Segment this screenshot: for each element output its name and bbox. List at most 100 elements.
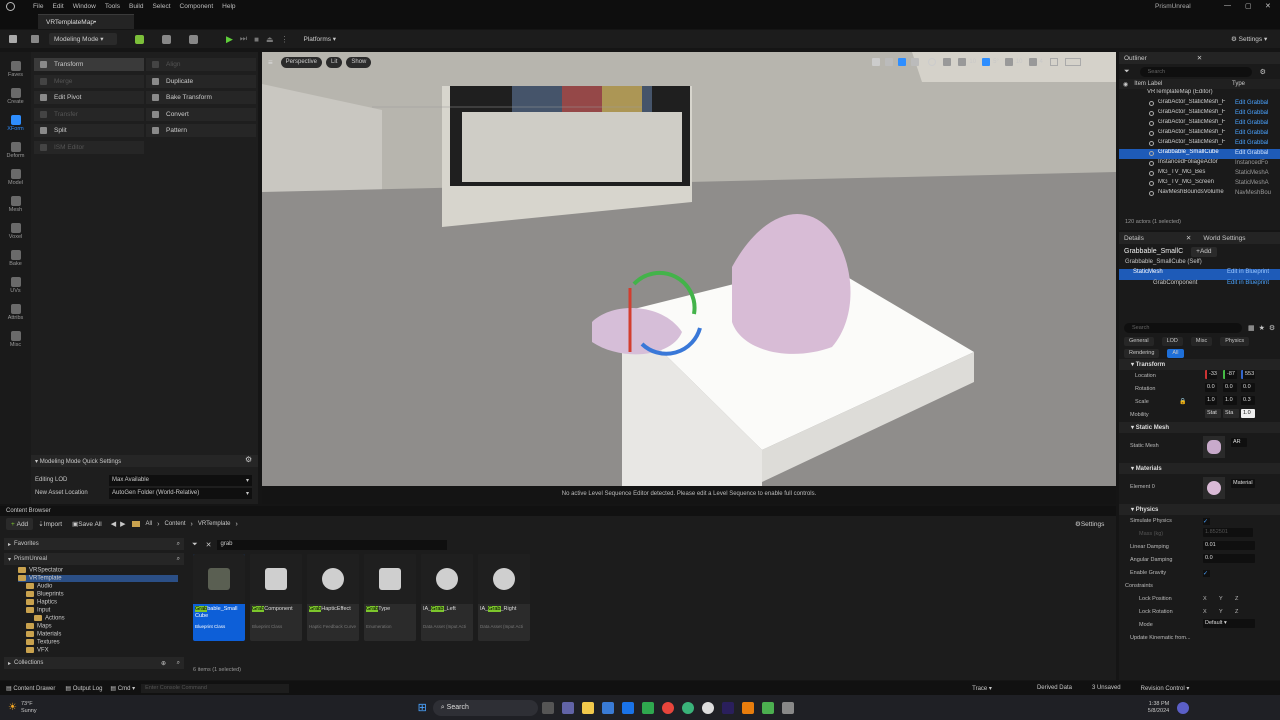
outliner-row[interactable]: MG_TV_MG_Screen StaticMeshA	[1119, 179, 1280, 189]
lock-icon[interactable]: 🔒	[1179, 398, 1186, 405]
asset-search-input[interactable]: grab	[217, 540, 448, 550]
transform-section[interactable]: ▾ Transform	[1119, 359, 1280, 370]
cmd-dropdown[interactable]: ▤ Cmd ▾	[110, 685, 135, 692]
edge-icon[interactable]	[641, 701, 654, 714]
rotation-y[interactable]: 0.0	[1223, 383, 1237, 392]
new-asset-location-select[interactable]: AutoGen Folder (World-Relative) ▾	[109, 488, 252, 499]
folder-item[interactable]: VFX	[26, 647, 49, 654]
eye-icon[interactable]: ◉	[1123, 81, 1128, 88]
menu-edit[interactable]: Edit	[52, 3, 63, 10]
category-faves[interactable]: Faves	[0, 56, 31, 83]
filter-chip-rendering[interactable]: Rendering	[1124, 349, 1160, 358]
asset-tile[interactable]: GrabHapticEffect Haptic Feedback Curve	[307, 554, 359, 641]
start-icon[interactable]: ⊞	[418, 701, 427, 714]
hamburger-icon[interactable]: ≡	[268, 58, 273, 67]
lock-z-checkbox[interactable]: Z	[1235, 596, 1238, 602]
location-z[interactable]: 553	[1241, 370, 1255, 379]
teams-icon[interactable]	[561, 701, 574, 714]
asset-tile[interactable]: Grabbable_Small Cube Blueprint Class	[193, 554, 245, 641]
save-icon[interactable]	[9, 35, 17, 43]
category-deform[interactable]: Deform	[0, 137, 31, 164]
outliner-row[interactable]: Grabbable_SmallCube Edit Grabbal	[1119, 149, 1280, 159]
outliner-row[interactable]: MG_TV_MG_Bes StaticMeshA	[1119, 169, 1280, 179]
menu-build[interactable]: Build	[129, 3, 143, 10]
folder-item[interactable]: VRTemplate	[18, 575, 178, 582]
tab-world-settings[interactable]: World Settings	[1203, 235, 1245, 242]
step-icon[interactable]: ⏭	[240, 34, 247, 44]
outliner-row[interactable]: GrabActor_StaticMesh_F Edit Grabbal	[1119, 129, 1280, 139]
outliner-tab[interactable]: Outliner ✕	[1119, 52, 1280, 64]
actor-type[interactable]: StaticMeshA	[1235, 180, 1269, 186]
actor-type[interactable]: InstancedFo	[1235, 160, 1268, 166]
scale-snap-icon[interactable]	[1004, 58, 1013, 66]
lockrot-z-checkbox[interactable]: Z	[1235, 609, 1238, 615]
split-tool-button[interactable]: Split	[34, 124, 144, 137]
transform-tool-button[interactable]: Transform	[34, 58, 144, 71]
filter-chip-lod[interactable]: LOD	[1161, 337, 1183, 346]
mobility-static[interactable]: Stat	[1205, 409, 1221, 418]
minimize-icon[interactable]: —	[1224, 2, 1231, 9]
scale-x[interactable]: 1.0	[1205, 396, 1217, 405]
clock[interactable]: 1:38 PM 5/8/2024	[1148, 701, 1169, 715]
scale-label[interactable]: Scale	[1135, 399, 1149, 405]
close-icon[interactable]: ✕	[1186, 234, 1191, 242]
outliner-row[interactable]: GrabActor_StaticMesh_F Edit Grabbal	[1119, 119, 1280, 129]
close-icon[interactable]: ✕	[1197, 54, 1202, 62]
history-back-icon[interactable]: ◀	[111, 520, 116, 528]
static-mesh-section[interactable]: ▾ Static Mesh	[1119, 422, 1280, 433]
game-icon[interactable]	[781, 701, 794, 714]
filter-chip-physics[interactable]: Physics	[1220, 337, 1250, 346]
category-mesh[interactable]: Mesh	[0, 191, 31, 218]
category-xform[interactable]: XForm	[0, 110, 31, 137]
duplicate-tool-button[interactable]: Duplicate	[146, 75, 256, 88]
outliner-search-input[interactable]: Search	[1139, 66, 1252, 77]
folder-item[interactable]: Materials	[26, 631, 61, 638]
material-select[interactable]: Material	[1231, 479, 1255, 488]
scale-snap-value[interactable]: 10	[1016, 59, 1023, 65]
edit-in-blueprint-link[interactable]: Edit in Blueprint	[1227, 280, 1269, 286]
show-button[interactable]: Show	[346, 56, 372, 68]
level-tab[interactable]: VRTemplateMap•	[38, 14, 134, 29]
folder-item[interactable]: VRSpectator	[18, 567, 63, 574]
project-header[interactable]: ▾ PrismUnreal ⌕	[4, 553, 184, 565]
settings-icon[interactable]: ⚙	[1269, 324, 1275, 332]
ism-editor-tool-button[interactable]: ISM Editor	[34, 141, 144, 154]
category-voxel[interactable]: Voxel	[0, 218, 31, 245]
unsaved-button[interactable]: 3 Unsaved	[1092, 685, 1121, 691]
asset-tile[interactable]: GrabComponent Blueprint Class	[250, 554, 302, 641]
component-staticmesh-row[interactable]: StaticMesh Edit in Blueprint	[1119, 269, 1280, 280]
rotation-x[interactable]: 0.0	[1205, 383, 1217, 392]
breadcrumb-vrtemplate[interactable]: VRTemplate	[198, 521, 231, 527]
select-mode-icon[interactable]	[872, 58, 881, 66]
mode-select[interactable]: Default ▾	[1203, 619, 1255, 628]
details-search-input[interactable]: Search	[1124, 323, 1242, 333]
file-explorer-icon[interactable]	[581, 701, 594, 714]
simulate-checkbox[interactable]: ✓	[1203, 518, 1210, 525]
eject-icon[interactable]: ⏏	[266, 35, 274, 44]
category-bake[interactable]: Bake	[0, 245, 31, 272]
lit-button[interactable]: Lit	[326, 56, 343, 68]
layout-icon[interactable]	[1064, 58, 1081, 66]
output-log-button[interactable]: ▤ Output Log	[65, 685, 102, 692]
task-view-icon[interactable]	[541, 701, 554, 714]
menu-tools[interactable]: Tools	[105, 3, 120, 10]
folder-item[interactable]: Haptics	[26, 599, 57, 606]
mesh-thumbnail[interactable]	[1203, 436, 1225, 458]
unreal-logo-icon[interactable]	[6, 1, 15, 11]
convert-tool-button[interactable]: Convert	[146, 108, 256, 121]
mode-dropdown[interactable]: Modeling Mode ▾	[49, 33, 117, 45]
save-all-button[interactable]: ▣ Save All	[67, 518, 107, 530]
vs-code-icon[interactable]	[601, 701, 614, 714]
chrome-icon[interactable]	[661, 701, 674, 714]
gravity-checkbox[interactable]: ✓	[1203, 570, 1210, 577]
cinematics-icon[interactable]	[189, 34, 198, 44]
world-icon[interactable]	[928, 58, 937, 66]
col-type[interactable]: Type	[1232, 81, 1245, 87]
favorites-header[interactable]: ▸ Favorites ⌕	[4, 538, 184, 550]
outliner-row[interactable]: GrabActor_StaticMesh_F Edit Grabbal	[1119, 139, 1280, 149]
blueprint-icon[interactable]	[162, 34, 171, 44]
rotation-snap-icon[interactable]	[982, 58, 991, 66]
play-options-icon[interactable]: ⋮	[281, 35, 289, 44]
settings-icon[interactable]: ⚙	[1260, 68, 1266, 76]
vpn-icon[interactable]	[761, 701, 774, 714]
